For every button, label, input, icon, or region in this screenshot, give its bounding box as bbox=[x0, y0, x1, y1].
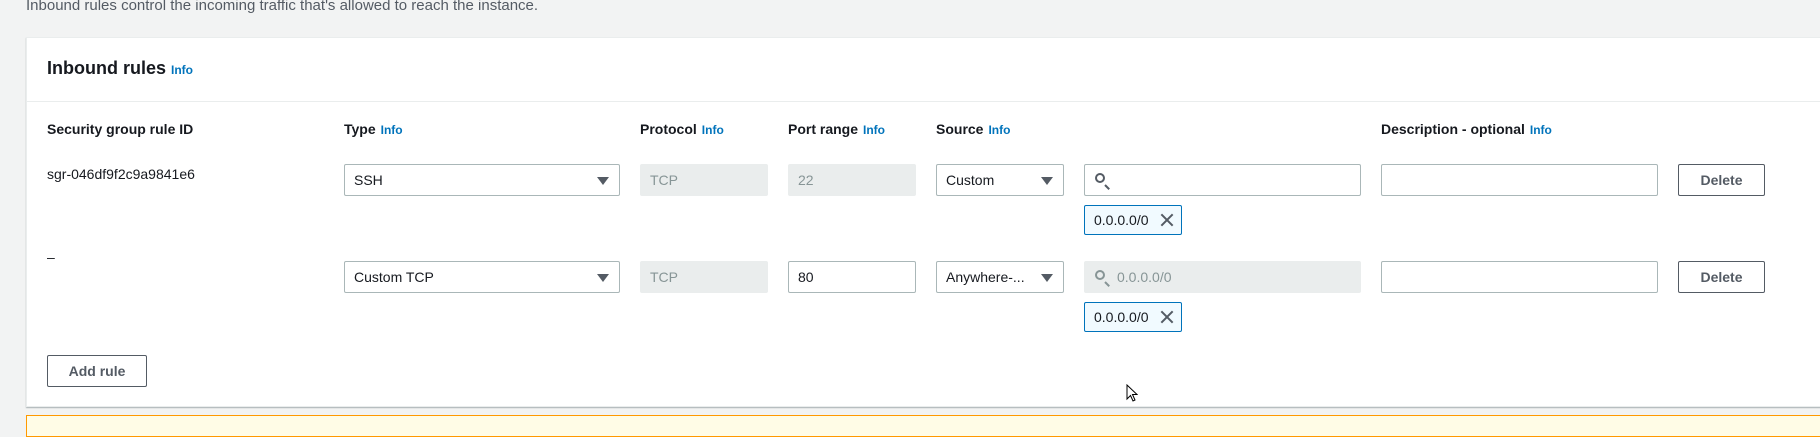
caret-down-icon bbox=[1041, 274, 1053, 282]
column-header-protocol: Protocol Info bbox=[640, 121, 724, 137]
search-icon bbox=[1095, 270, 1105, 280]
remove-token-icon[interactable] bbox=[1159, 309, 1175, 325]
rule-id: sgr-046df9f2c9a9841e6 bbox=[47, 166, 195, 182]
panel-info-link[interactable]: Info bbox=[171, 63, 193, 77]
column-header-port-range-label: Port range bbox=[788, 121, 859, 137]
panel-title-text: Inbound rules bbox=[47, 58, 166, 78]
source-type-select[interactable]: Anywhere-... bbox=[936, 261, 1064, 293]
source-search-input: 0.0.0.0/0 bbox=[1084, 261, 1361, 293]
rule-type-value: SSH bbox=[354, 172, 383, 188]
column-header-port-range: Port range Info bbox=[788, 121, 885, 137]
column-header-rule-id: Security group rule ID bbox=[47, 121, 194, 137]
type-info-link[interactable]: Info bbox=[381, 123, 403, 137]
port-range-info-link[interactable]: Info bbox=[863, 123, 885, 137]
column-header-protocol-label: Protocol bbox=[640, 121, 697, 137]
source-info-link[interactable]: Info bbox=[988, 123, 1010, 137]
source-type-select[interactable]: Custom bbox=[936, 164, 1064, 196]
column-header-description: Description - optional Info bbox=[1381, 121, 1552, 137]
description-input[interactable] bbox=[1381, 261, 1658, 293]
mouse-pointer-icon bbox=[1126, 384, 1138, 402]
protocol-field: TCP bbox=[640, 261, 768, 293]
rule-type-select[interactable]: Custom TCP bbox=[344, 261, 620, 293]
rule-type-select[interactable]: SSH bbox=[344, 164, 620, 196]
source-type-value: Custom bbox=[946, 172, 995, 188]
description-input[interactable] bbox=[1381, 164, 1658, 196]
column-header-type-label: Type bbox=[344, 121, 376, 137]
source-token-label: 0.0.0.0/0 bbox=[1094, 309, 1149, 325]
inbound-rules-description: Inbound rules control the incoming traff… bbox=[26, 0, 539, 14]
column-header-description-label: Description - optional bbox=[1381, 121, 1525, 137]
rule-type-value: Custom TCP bbox=[354, 269, 434, 285]
delete-rule-button[interactable]: Delete bbox=[1678, 261, 1765, 293]
caret-down-icon bbox=[597, 177, 609, 185]
warning-alert-box bbox=[26, 415, 1820, 437]
column-header-source: Source Info bbox=[936, 121, 1010, 137]
source-token: 0.0.0.0/0 bbox=[1084, 205, 1182, 235]
column-header-source-label: Source bbox=[936, 121, 984, 137]
port-range-input[interactable]: 80 bbox=[788, 261, 916, 293]
caret-down-icon bbox=[597, 274, 609, 282]
inbound-rules-panel: Inbound rules Info Security group rule ID… bbox=[26, 37, 1820, 407]
add-rule-button[interactable]: Add rule bbox=[47, 355, 147, 387]
protocol-field: TCP bbox=[640, 164, 768, 196]
source-search-placeholder: 0.0.0.0/0 bbox=[1117, 269, 1172, 285]
port-range-field: 22 bbox=[788, 164, 916, 196]
source-token-label: 0.0.0.0/0 bbox=[1094, 212, 1149, 228]
panel-header: Inbound rules Info bbox=[27, 38, 1820, 102]
panel-title: Inbound rules Info bbox=[47, 58, 193, 79]
rule-id: – bbox=[47, 249, 55, 265]
description-info-link[interactable]: Info bbox=[1530, 123, 1552, 137]
search-icon bbox=[1095, 173, 1105, 183]
protocol-info-link[interactable]: Info bbox=[702, 123, 724, 137]
source-search-input[interactable] bbox=[1084, 164, 1361, 196]
column-header-type: Type Info bbox=[344, 121, 403, 137]
caret-down-icon bbox=[1041, 177, 1053, 185]
source-token: 0.0.0.0/0 bbox=[1084, 302, 1182, 332]
remove-token-icon[interactable] bbox=[1159, 212, 1175, 228]
source-type-value: Anywhere-... bbox=[946, 269, 1025, 285]
delete-rule-button[interactable]: Delete bbox=[1678, 164, 1765, 196]
